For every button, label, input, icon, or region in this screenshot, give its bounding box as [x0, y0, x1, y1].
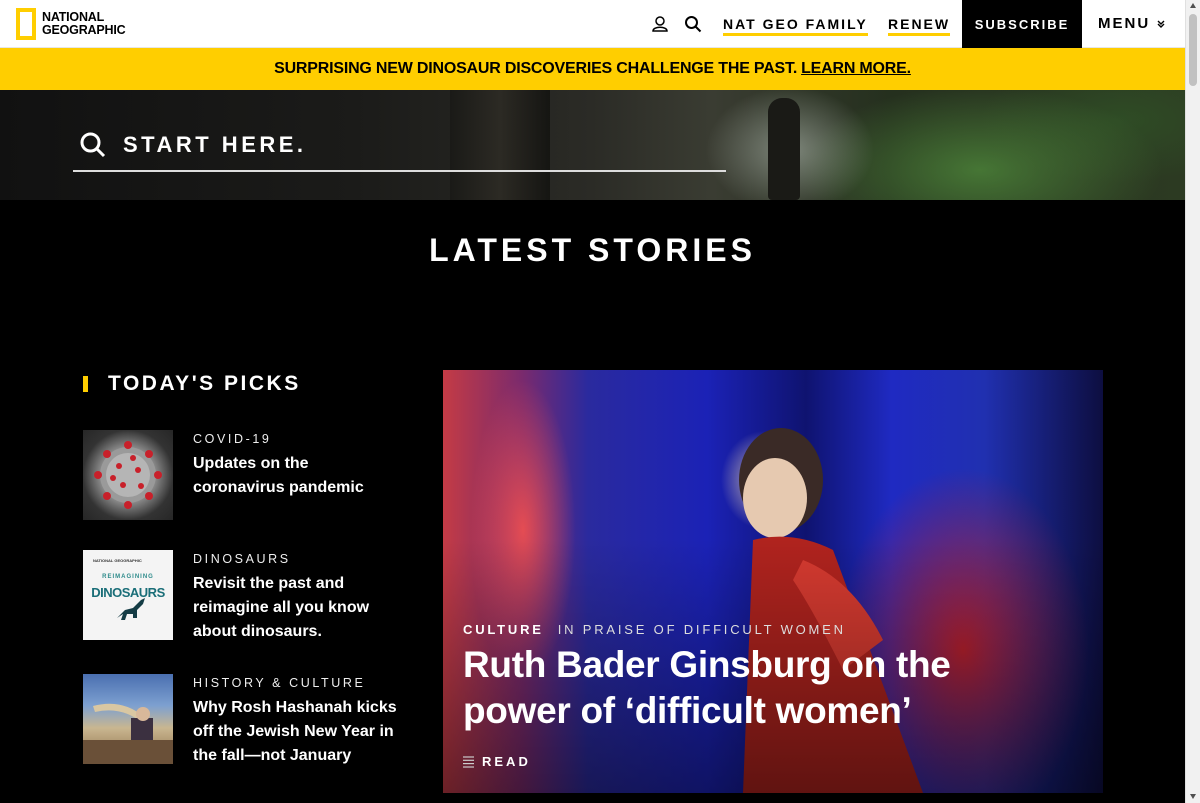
pick-category: DINOSAURS: [193, 552, 291, 566]
pick-item-covid[interactable]: COVID-19 Updates on the coronavirus pand…: [83, 430, 403, 522]
site-header: NATIONAL GEOGRAPHIC NAT GEO FAMILY RENEW…: [0, 0, 1185, 48]
pick-thumbnail[interactable]: [83, 674, 173, 764]
thumb-brand-text: NATIONAL GEOGRAPHIC: [93, 558, 142, 563]
article-lines-icon: [463, 755, 474, 768]
search-field[interactable]: START HERE.: [73, 120, 726, 172]
hero-hiker-silhouette: [768, 98, 800, 200]
search-icon: [80, 132, 106, 158]
pick-title[interactable]: Revisit the past and reimagine all you k…: [193, 572, 403, 644]
feature-title[interactable]: Ruth Bader Ginsburg on the power of ‘dif…: [463, 642, 1023, 734]
pick-item-rosh-hashanah[interactable]: HISTORY & CULTURE Why Rosh Hashanah kick…: [83, 674, 403, 766]
pick-category: COVID-19: [193, 432, 272, 446]
menu-label: MENU: [1098, 15, 1151, 32]
nat-geo-logo[interactable]: NATIONAL GEOGRAPHIC: [16, 8, 126, 40]
banner-learn-more-link[interactable]: LEARN MORE.: [801, 60, 911, 78]
logo-yellow-border-icon: [16, 8, 36, 40]
user-icon[interactable]: [649, 13, 671, 35]
search-placeholder: START HERE.: [123, 132, 307, 157]
search-icon[interactable]: [682, 13, 704, 35]
menu-button[interactable]: MENU: [1098, 15, 1166, 32]
logo-line-2: GEOGRAPHIC: [42, 23, 126, 37]
banner-text: SURPRISING NEW DINOSAUR DISCOVERIES CHAL…: [274, 60, 798, 77]
dinosaur-icon: [117, 598, 145, 620]
coronavirus-image: [94, 441, 162, 509]
feature-story-card[interactable]: CULTURE IN PRAISE OF DIFFICULT WOMEN Rut…: [443, 370, 1103, 793]
feature-read-label: READ: [482, 754, 531, 769]
thumb-subtitle: REIMAGINING: [102, 574, 154, 580]
scroll-thumb[interactable]: [1189, 14, 1197, 86]
chevron-down-icon: [1157, 20, 1165, 28]
page-scrollbar[interactable]: [1185, 0, 1200, 803]
pick-thumbnail[interactable]: NATIONAL GEOGRAPHIC REIMAGINING DINOSAUR…: [83, 550, 173, 640]
accent-bar: [83, 376, 88, 392]
scroll-down-arrow-icon[interactable]: [1190, 794, 1196, 799]
feature-read-link[interactable]: READ: [463, 754, 531, 769]
promo-banner: SURPRISING NEW DINOSAUR DISCOVERIES CHAL…: [0, 48, 1185, 90]
renew-link[interactable]: RENEW: [888, 16, 951, 36]
scroll-up-arrow-icon[interactable]: [1190, 3, 1196, 8]
todays-picks-heading: TODAY'S PICKS: [108, 372, 301, 395]
pick-thumbnail[interactable]: [83, 430, 173, 520]
todays-picks-header: TODAY'S PICKS: [83, 372, 301, 396]
latest-stories-heading: LATEST STORIES: [429, 232, 756, 268]
feature-category[interactable]: CULTURE: [463, 622, 544, 637]
feature-series[interactable]: IN PRAISE OF DIFFICULT WOMEN: [558, 622, 846, 637]
search-hero: START HERE.: [0, 90, 1185, 200]
pick-category: HISTORY & CULTURE: [193, 676, 366, 690]
pick-title[interactable]: Updates on the coronavirus pandemic: [193, 452, 403, 500]
pick-title[interactable]: Why Rosh Hashanah kicks off the Jewish N…: [193, 696, 403, 768]
feature-meta: CULTURE IN PRAISE OF DIFFICULT WOMEN: [463, 622, 846, 637]
pick-item-dinosaurs[interactable]: NATIONAL GEOGRAPHIC REIMAGINING DINOSAUR…: [83, 550, 403, 642]
nat-geo-family-link[interactable]: NAT GEO FAMILY: [723, 16, 868, 36]
shofar-image: [83, 703, 173, 764]
subscribe-button[interactable]: SUBSCRIBE: [962, 0, 1082, 48]
